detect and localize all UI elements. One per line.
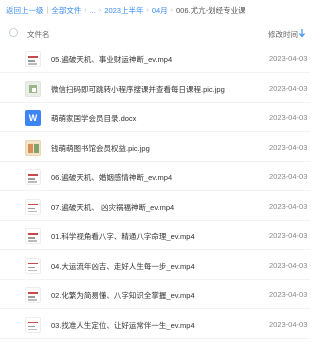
video-thumbnail-icon [25,228,41,244]
file-modified-date: 2023-04-03 [269,83,308,93]
file-row[interactable]: 07.遍破天机、 凶灾祸福神断_ev.mp4 2023-04-03 [0,193,310,221]
video-thumbnail-icon [25,257,41,274]
image-thumbnail-icon [25,80,41,97]
video-thumbnail-icon [25,287,41,303]
file-name[interactable]: 06.遍破天机、婚姻感情神断_ev.mp4 [51,172,172,183]
column-header-modified-time[interactable]: 修改时间 [268,29,298,40]
file-name[interactable]: 01.科学视角看八字、精通八字命理_ev.mp4 [51,231,195,242]
breadcrumb-chevron-icon: › [84,6,87,14]
file-modified-date: 2023-04-03 [269,201,308,211]
breadcrumb-ellipsis-link[interactable]: ... [90,6,96,15]
file-row[interactable]: 06.遍破天机、婚姻感情神断_ev.mp4 2023-04-03 [0,163,310,191]
file-row[interactable]: 02.化繁为简易懂、八字知识全掌握_ev.mp4 2023-04-03 [0,281,310,309]
file-modified-date: 2023-04-03 [269,290,308,299]
file-modified-date: 2023-04-03 [269,142,308,152]
file-modified-date: 2023-04-03 [269,231,308,240]
breadcrumb-chevron-icon: › [146,6,149,14]
file-name[interactable]: 03.找准人生定位、让好运常伴一生_ev.mp4 [51,320,195,331]
file-row[interactable]: W 萌萌家国学会员目录.docx 2023-04-03 [0,104,310,132]
file-modified-date: 2023-04-03 [269,54,308,63]
file-modified-date: 2023-04-03 [269,260,308,270]
breadcrumb-all-files-link[interactable]: 全部文件 [51,5,81,16]
file-name[interactable]: 萌萌家国学会员目录.docx [51,113,136,124]
breadcrumb-month-link[interactable]: 04月 [152,5,168,16]
video-thumbnail-icon [25,198,41,215]
video-thumbnail-icon [25,316,41,333]
file-row[interactable]: 05.遍破天机、事业财运神断_ev.mp4 2023-04-03 [0,45,310,73]
breadcrumb-chevron-icon: › [170,6,173,14]
breadcrumb-current-folder: 006.尤亢-划经专业课 [176,5,246,15]
breadcrumb-chevron-icon: › [98,6,102,14]
file-name[interactable]: 钱萌萌图书馆会员权益.pic.jpg [51,143,150,154]
breadcrumb-year-link[interactable]: 2023上半年 [104,5,143,16]
file-modified-date: 2023-04-03 [269,172,308,181]
file-modified-date: 2023-04-03 [269,113,308,122]
file-name[interactable]: 微信扫码即可跳转小程序搜课并查看每日课程.pic.jpg [51,84,225,95]
file-modified-date: 2023-04-03 [269,319,308,329]
sort-down-icon[interactable] [298,28,306,38]
video-thumbnail-icon [25,51,41,67]
file-name[interactable]: 05.遍破天机、事业财运神断_ev.mp4 [51,54,172,65]
file-row[interactable]: 钱萌萌图书馆会员权益.pic.jpg 2023-04-03 [0,134,310,162]
column-header-name[interactable]: 文件名 [27,29,50,40]
file-row[interactable]: 01.科学视角看八字、精通八字命理_ev.mp4 2023-04-03 [0,222,310,250]
breadcrumb-separator: | [46,6,49,14]
file-row[interactable]: 微信扫码即可跳转小程序搜课并查看每日课程.pic.jpg 2023-04-03 [0,75,310,103]
file-list-header: 文件名 修改时间 [0,23,310,43]
video-thumbnail-icon [25,169,41,185]
file-row[interactable]: 03.找准人生定位、让好运常伴一生_ev.mp4 2023-04-03 [0,311,310,339]
select-all-checkbox[interactable] [9,28,18,37]
file-name[interactable]: 07.遍破天机、 凶灾祸福神断_ev.mp4 [51,202,174,213]
breadcrumb: 返回上一级 | 全部文件 › ... › 2023上半年 › 04月 › 006… [0,0,310,20]
file-name[interactable]: 04.大运流年凶吉、走好人生每一步_ev.mp4 [51,261,195,272]
file-name[interactable]: 02.化繁为简易懂、八字知识全掌握_ev.mp4 [51,290,195,301]
breadcrumb-back-link[interactable]: 返回上一级 [6,5,44,16]
file-row[interactable]: 04.大运流年凶吉、走好人生每一步_ev.mp4 2023-04-03 [0,252,310,280]
word-document-icon: W [25,110,41,126]
image-thumbnail-icon [25,139,41,156]
